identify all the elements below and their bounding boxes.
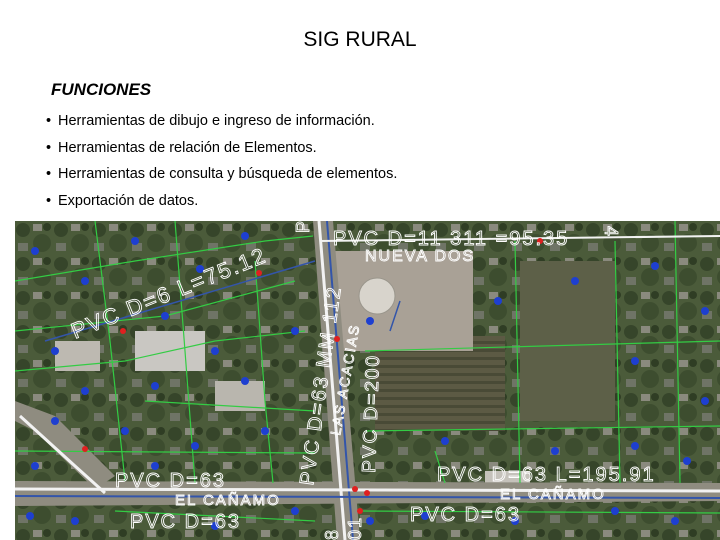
node-marker (631, 442, 639, 450)
node-marker (611, 507, 619, 515)
node-marker (366, 517, 374, 525)
node-marker (366, 317, 374, 325)
node-marker (31, 247, 39, 255)
label-pvc-left-bottom: PVC D=63 (130, 511, 241, 533)
valve-marker (82, 446, 88, 452)
label-nueva-dos: NUEVA DOS (365, 248, 475, 265)
label-edge-p: P (293, 221, 313, 233)
valve-marker (120, 328, 126, 334)
node-marker (81, 277, 89, 285)
valve-marker (352, 486, 358, 492)
node-marker (26, 512, 34, 520)
label-pvc-right-mid: PVC D=63 L=195.91 (437, 464, 656, 486)
node-marker (631, 357, 639, 365)
feature-text: Herramientas de consulta y búsqueda de e… (58, 166, 398, 182)
gis-map[interactable]: PVC D=11 311 =95.35 NUEVA DOS PVC D=6 L=… (15, 221, 720, 540)
node-marker (261, 427, 269, 435)
crop-field (520, 261, 615, 421)
node-marker (191, 442, 199, 450)
feature-list-item: • Exportación de datos. (46, 188, 397, 215)
label-edge-01: 01 (345, 516, 365, 540)
node-marker (211, 347, 219, 355)
node-marker (51, 347, 59, 355)
label-el-canamo-left: EL CAÑAMO (175, 492, 281, 509)
node-marker (651, 262, 659, 270)
bullet-icon: • (46, 139, 52, 156)
node-marker (131, 237, 139, 245)
feature-list-item: • Herramientas de consulta y búsqueda de … (46, 161, 397, 188)
feature-text: Herramientas de dibujo e ingreso de info… (58, 113, 375, 129)
node-marker (571, 277, 579, 285)
node-marker (241, 377, 249, 385)
node-marker (121, 427, 129, 435)
label-edge-8: 8 (322, 528, 342, 540)
bullet-icon: • (46, 192, 52, 209)
node-marker (71, 517, 79, 525)
node-marker (701, 397, 709, 405)
feature-list: • Herramientas de dibujo e ingreso de inf… (46, 108, 397, 214)
node-marker (291, 327, 299, 335)
water-tank (358, 277, 396, 315)
node-marker (441, 437, 449, 445)
section-heading: FUNCIONES (51, 80, 152, 99)
label-pvc-top: PVC D=11 311 =95.35 (333, 228, 569, 250)
valve-marker (357, 508, 363, 514)
label-edge-4: 4 (601, 226, 621, 238)
node-marker (671, 517, 679, 525)
node-marker (683, 457, 691, 465)
bullet-icon: • (46, 113, 52, 129)
label-pvc-right-bottom: PVC D=63 (410, 504, 521, 526)
bullet-icon: • (46, 166, 52, 182)
node-marker (151, 462, 159, 470)
feature-list-item: • Herramientas de dibujo e ingreso de inf… (46, 108, 397, 135)
slide-title: SIG RURAL (303, 28, 417, 51)
node-marker (291, 507, 299, 515)
node-marker (494, 297, 502, 305)
feature-text: Herramientas de relación de Elementos. (58, 139, 317, 156)
node-marker (31, 462, 39, 470)
valve-marker (364, 490, 370, 496)
feature-text: Exportación de datos. (58, 192, 199, 209)
map-canvas[interactable]: PVC D=11 311 =95.35 NUEVA DOS PVC D=6 L=… (15, 221, 720, 540)
node-marker (241, 232, 249, 240)
label-pvc-left-mid: PVC D=63 (115, 470, 226, 492)
feature-list-item: • Herramientas de relación de Elementos. (46, 135, 397, 162)
node-marker (161, 312, 169, 320)
node-marker (151, 382, 159, 390)
label-pvc-d200: PVC D=200 (359, 354, 384, 474)
node-marker (551, 447, 559, 455)
node-marker (701, 307, 709, 315)
label-el-canamo-right: EL CAÑAMO (500, 486, 606, 503)
node-marker (51, 417, 59, 425)
node-marker (81, 387, 89, 395)
